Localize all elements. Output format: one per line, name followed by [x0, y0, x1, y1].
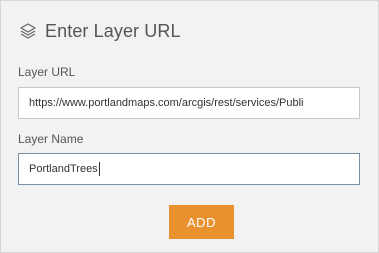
layer-name-value: PortlandTrees [29, 163, 98, 175]
layer-url-value: https://www.portlandmaps.com/arcgis/rest… [29, 97, 304, 109]
layer-name-input[interactable]: PortlandTrees [18, 153, 360, 185]
text-caret [98, 162, 100, 176]
layer-url-input[interactable]: https://www.portlandmaps.com/arcgis/rest… [18, 87, 360, 119]
layers-icon [19, 22, 37, 40]
add-layer-panel: Enter Layer URL Layer URL https://www.po… [0, 0, 379, 253]
page-title: Enter Layer URL [45, 20, 181, 41]
layer-url-label: Layer URL [18, 65, 76, 79]
add-button[interactable]: ADD [169, 205, 234, 239]
layer-name-label: Layer Name [18, 132, 84, 146]
panel-header: Enter Layer URL [19, 19, 181, 43]
